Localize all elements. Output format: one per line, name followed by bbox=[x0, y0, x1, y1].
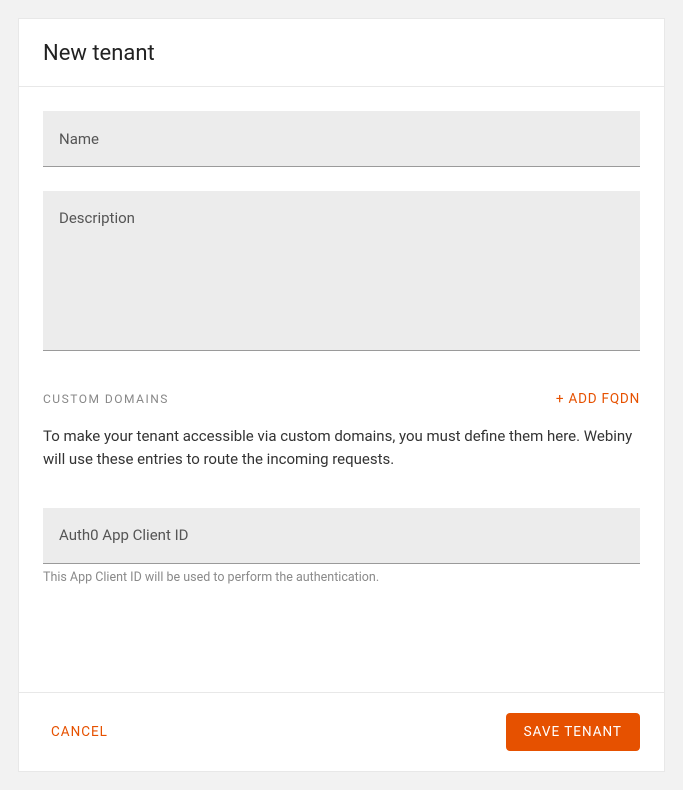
custom-domains-header: CUSTOM DOMAINS + ADD FQDN bbox=[43, 391, 640, 407]
cancel-button[interactable]: CANCEL bbox=[43, 716, 116, 748]
auth0-helper: This App Client ID will be used to perfo… bbox=[43, 570, 640, 585]
new-tenant-form: New tenant Name Description CUSTOM DOMAI… bbox=[18, 18, 665, 772]
custom-domains-description: To make your tenant accessible via custo… bbox=[43, 425, 640, 472]
card-body: Name Description CUSTOM DOMAINS + ADD FQ… bbox=[19, 87, 664, 692]
auth0-field-wrap[interactable]: Auth0 App Client ID bbox=[43, 508, 640, 564]
custom-domains-label: CUSTOM DOMAINS bbox=[43, 392, 169, 406]
auth0-input[interactable] bbox=[43, 508, 640, 563]
description-field-wrap[interactable]: Description bbox=[43, 191, 640, 351]
card-footer: CANCEL SAVE TENANT bbox=[19, 692, 664, 771]
name-field-wrap[interactable]: Name bbox=[43, 111, 640, 167]
add-fqdn-button[interactable]: + ADD FQDN bbox=[556, 391, 640, 407]
card-header: New tenant bbox=[19, 19, 664, 87]
save-button[interactable]: SAVE TENANT bbox=[506, 713, 640, 751]
description-input[interactable] bbox=[59, 219, 624, 338]
name-input[interactable] bbox=[43, 111, 640, 166]
page-title: New tenant bbox=[43, 41, 640, 66]
